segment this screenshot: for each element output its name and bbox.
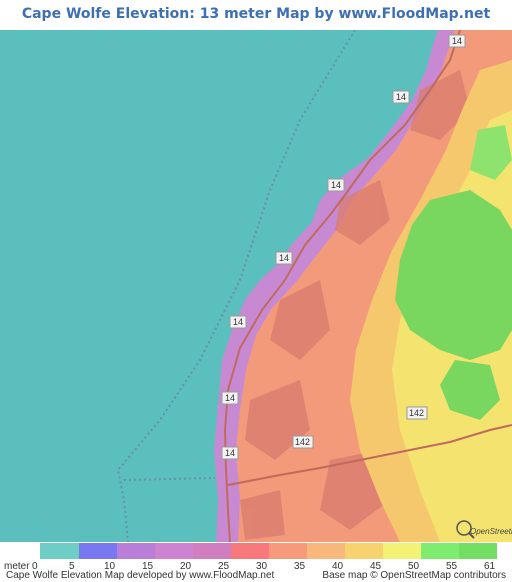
legend-swatch (269, 543, 307, 559)
road-label: 142 (409, 408, 424, 418)
legend-swatch (345, 543, 383, 559)
road-label: 14 (233, 317, 243, 327)
road-label: 14 (279, 253, 289, 263)
elevation-map[interactable]: 14 14 14 14 14 14 14 142 142 OpenStreetM… (0, 30, 512, 542)
legend-swatch (383, 543, 421, 559)
footer-basemap-credit[interactable]: Base map © OpenStreetMap contributors (322, 570, 506, 581)
legend-swatch (231, 543, 269, 559)
road-label: 14 (225, 393, 235, 403)
legend-swatch (307, 543, 345, 559)
watermark-text: OpenStreetMap (470, 527, 512, 536)
legend-swatch (117, 543, 155, 559)
legend-label: 35 (294, 561, 306, 572)
elevation-map-canvas: 14 14 14 14 14 14 14 142 142 OpenStreetM… (0, 30, 512, 542)
legend-swatch (79, 543, 117, 559)
page-title: Cape Wolfe Elevation: 13 meter Map by ww… (21, 6, 491, 50)
road-label: 142 (295, 437, 310, 447)
legend-swatch (459, 543, 497, 559)
road-label: 14 (452, 36, 462, 46)
legend-swatch (155, 543, 193, 559)
legend-swatch (193, 543, 231, 559)
legend-swatch (421, 543, 459, 559)
road-label: 14 (396, 92, 406, 102)
road-label: 14 (225, 448, 235, 458)
road-label: 14 (331, 180, 341, 190)
legend-swatch (40, 543, 79, 559)
footer-credit[interactable]: Cape Wolfe Elevation Map developed by ww… (6, 570, 274, 581)
